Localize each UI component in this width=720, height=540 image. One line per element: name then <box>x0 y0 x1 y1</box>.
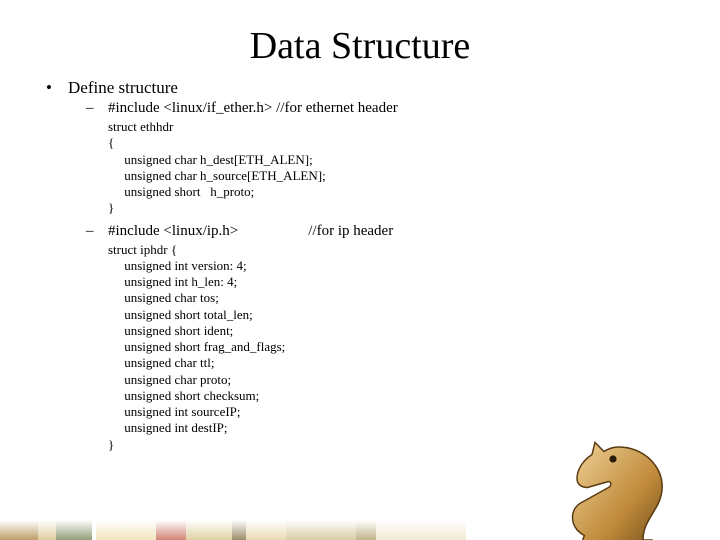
bullet-define-structure: Define structure #include <linux/if_ethe… <box>46 78 720 453</box>
code-line: { <box>108 135 114 150</box>
include-ip-comment: //for ip header <box>308 223 393 239</box>
code-line: unsigned char tos; <box>108 290 219 305</box>
code-line: unsigned int sourceIP; <box>108 404 241 419</box>
include-ether: #include <linux/if_ether.h> //for ethern… <box>86 100 720 117</box>
code-line: struct ethhdr <box>108 119 173 134</box>
bullet-text: Define structure <box>68 78 178 97</box>
code-line: unsigned int version: 4; <box>108 258 247 273</box>
code-line: struct iphdr { <box>108 242 177 257</box>
code-line: } <box>108 437 114 452</box>
page-title: Data Structure <box>0 24 720 68</box>
struct-ethhdr: struct ethhdr { unsigned char h_dest[ETH… <box>108 119 720 217</box>
code-line: unsigned short frag_and_flags; <box>108 339 285 354</box>
code-line: unsigned int destIP; <box>108 420 228 435</box>
code-line: unsigned short checksum; <box>108 388 259 403</box>
code-line: unsigned short total_len; <box>108 307 253 322</box>
include-ether-text: #include <linux/if_ether.h> //for ethern… <box>108 100 398 116</box>
content-area: Define structure #include <linux/if_ethe… <box>46 78 720 453</box>
code-line: } <box>108 200 114 215</box>
code-line: unsigned short ident; <box>108 323 233 338</box>
code-line: unsigned char proto; <box>108 372 231 387</box>
code-line: unsigned short h_proto; <box>108 184 254 199</box>
include-ip-text: #include <linux/ip.h> <box>108 223 238 239</box>
code-line: unsigned char h_dest[ETH_ALEN]; <box>108 152 313 167</box>
code-line: unsigned char h_source[ETH_ALEN]; <box>108 168 326 183</box>
code-line: unsigned int h_len: 4; <box>108 274 237 289</box>
code-line: unsigned char ttl; <box>108 355 215 370</box>
include-ip: #include <linux/ip.h> //for ip header <box>86 223 720 240</box>
slide: Data Structure Define structure #include… <box>0 24 720 540</box>
chess-knight-icon <box>538 414 688 540</box>
